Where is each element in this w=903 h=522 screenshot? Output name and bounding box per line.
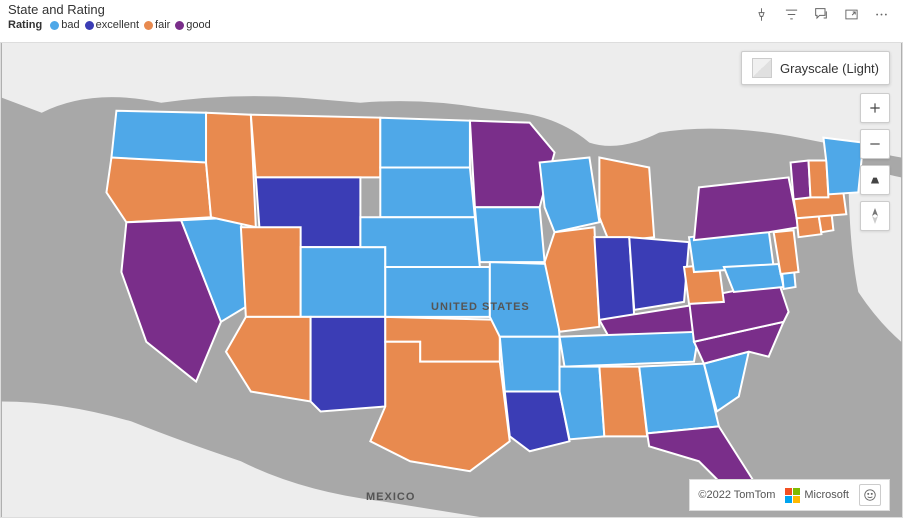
state-maryland[interactable] [724,264,784,292]
state-montana[interactable] [251,115,380,178]
pin-icon[interactable] [753,6,769,22]
microsoft-text: Microsoft [804,489,849,501]
state-iowa[interactable] [475,207,545,262]
header-toolbar [753,0,895,22]
state-oregon[interactable] [106,158,211,223]
basemap-selector[interactable]: Grayscale (Light) [741,51,890,85]
zoom-in-button[interactable] [860,93,890,123]
legend-field-label: Rating [8,19,42,31]
legend-item-excellent[interactable]: excellent [85,19,139,31]
legend-text: excellent [96,19,139,31]
focus-mode-icon[interactable] [843,6,859,22]
visual-header: State and Rating Rating bad excellent fa… [0,0,903,42]
state-new-mexico[interactable] [311,317,386,412]
map-controls [860,93,890,231]
state-new-hampshire[interactable] [808,161,828,198]
more-options-icon[interactable] [873,6,889,22]
legend-text: fair [155,19,170,31]
legend: Rating bad excellent fair good [8,19,214,31]
filter-icon[interactable] [783,6,799,22]
state-south-dakota[interactable] [380,167,475,217]
state-north-dakota[interactable] [380,118,470,168]
state-vermont[interactable] [791,161,811,200]
legend-text: bad [61,19,79,31]
map-attribution: ©2022 TomTom Microsoft [689,479,890,511]
microsoft-credit: Microsoft [785,488,849,503]
basemap-swatch-icon [752,58,772,78]
state-colorado[interactable] [301,247,386,317]
basemap-label: Grayscale (Light) [780,61,879,76]
dot-icon [175,21,184,30]
legend-item-good[interactable]: good [175,19,210,31]
state-kansas[interactable] [385,267,490,317]
map-canvas[interactable]: UNITED STATES MEXICO Grayscale (Light) ©… [0,42,903,518]
feedback-button[interactable] [859,484,881,506]
comment-icon[interactable] [813,6,829,22]
state-ohio[interactable] [629,237,689,310]
state-arkansas[interactable] [500,337,560,392]
state-texas[interactable] [370,342,509,471]
state-mississippi[interactable] [560,367,605,440]
state-michigan[interactable] [599,158,654,243]
map-svg [1,43,902,517]
state-maine[interactable] [823,138,863,195]
state-idaho[interactable] [206,113,256,228]
visual-title: State and Rating [8,2,214,17]
legend-text: good [186,19,210,31]
header-left: State and Rating Rating bad excellent fa… [8,0,214,31]
state-indiana[interactable] [594,237,634,322]
legend-item-bad[interactable]: bad [50,19,79,31]
tomtom-credit: ©2022 TomTom [698,489,775,501]
legend-item-fair[interactable]: fair [144,19,170,31]
pitch-button[interactable] [860,165,890,195]
compass-button[interactable] [860,201,890,231]
dot-icon [50,21,59,30]
zoom-out-button[interactable] [860,129,890,159]
microsoft-logo-icon [785,488,800,503]
state-utah[interactable] [241,227,301,317]
dot-icon [85,21,94,30]
state-tennessee[interactable] [560,332,699,367]
dot-icon [144,21,153,30]
